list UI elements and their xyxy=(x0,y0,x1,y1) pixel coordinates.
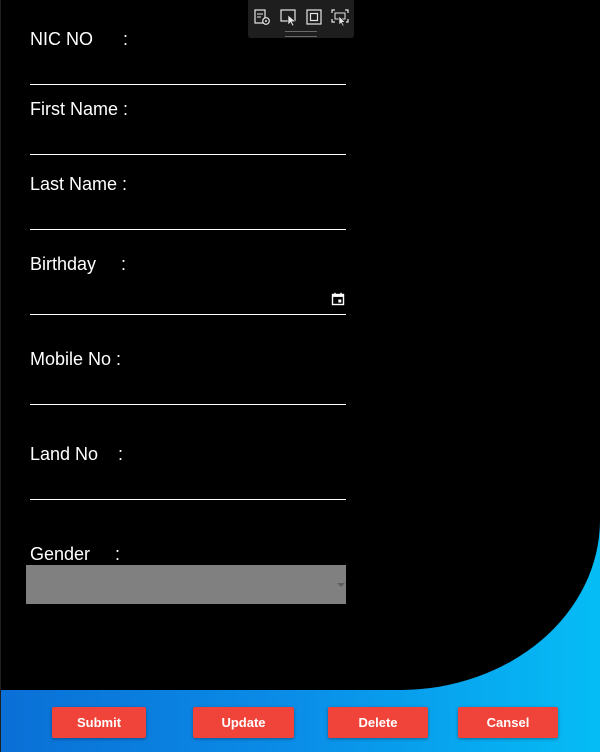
submit-button[interactable]: Submit xyxy=(52,707,146,738)
toolbar-drag-handle[interactable] xyxy=(285,31,317,37)
first-name-underline xyxy=(30,154,346,155)
birthday-underline xyxy=(30,314,346,315)
birthday-label: Birthday : xyxy=(30,254,127,274)
first-name-input[interactable] xyxy=(30,126,350,154)
nic-input[interactable] xyxy=(30,56,350,84)
calendar-icon[interactable] xyxy=(331,292,345,306)
nic-underline xyxy=(30,84,346,85)
cancel-button[interactable]: Cansel xyxy=(458,707,558,738)
last-name-input[interactable] xyxy=(30,201,350,229)
land-no-label: Land No : xyxy=(30,444,124,464)
gender-select[interactable] xyxy=(26,565,346,604)
land-no-input[interactable] xyxy=(30,471,350,499)
track-focused-element-icon[interactable] xyxy=(330,7,350,27)
mobile-no-input[interactable] xyxy=(30,376,350,404)
mobile-no-underline xyxy=(30,404,346,405)
last-name-underline xyxy=(30,229,346,230)
live-visual-tree-icon[interactable] xyxy=(252,7,272,27)
gender-label: Gender : xyxy=(30,544,121,564)
last-name-label: Last Name : xyxy=(30,174,128,194)
window-edge xyxy=(0,0,1,752)
delete-button[interactable]: Delete xyxy=(328,707,428,738)
select-element-icon[interactable] xyxy=(279,7,299,27)
update-button[interactable]: Update xyxy=(193,707,294,738)
display-layout-adorners-icon[interactable] xyxy=(304,7,324,27)
mobile-no-label: Mobile No : xyxy=(30,349,122,369)
birthday-input[interactable] xyxy=(30,286,330,314)
nic-label: NIC NO : xyxy=(30,29,129,49)
chevron-down-icon xyxy=(337,583,345,587)
land-no-underline xyxy=(30,499,346,500)
first-name-label: First Name : xyxy=(30,99,129,119)
xaml-debug-toolbar xyxy=(248,0,354,38)
